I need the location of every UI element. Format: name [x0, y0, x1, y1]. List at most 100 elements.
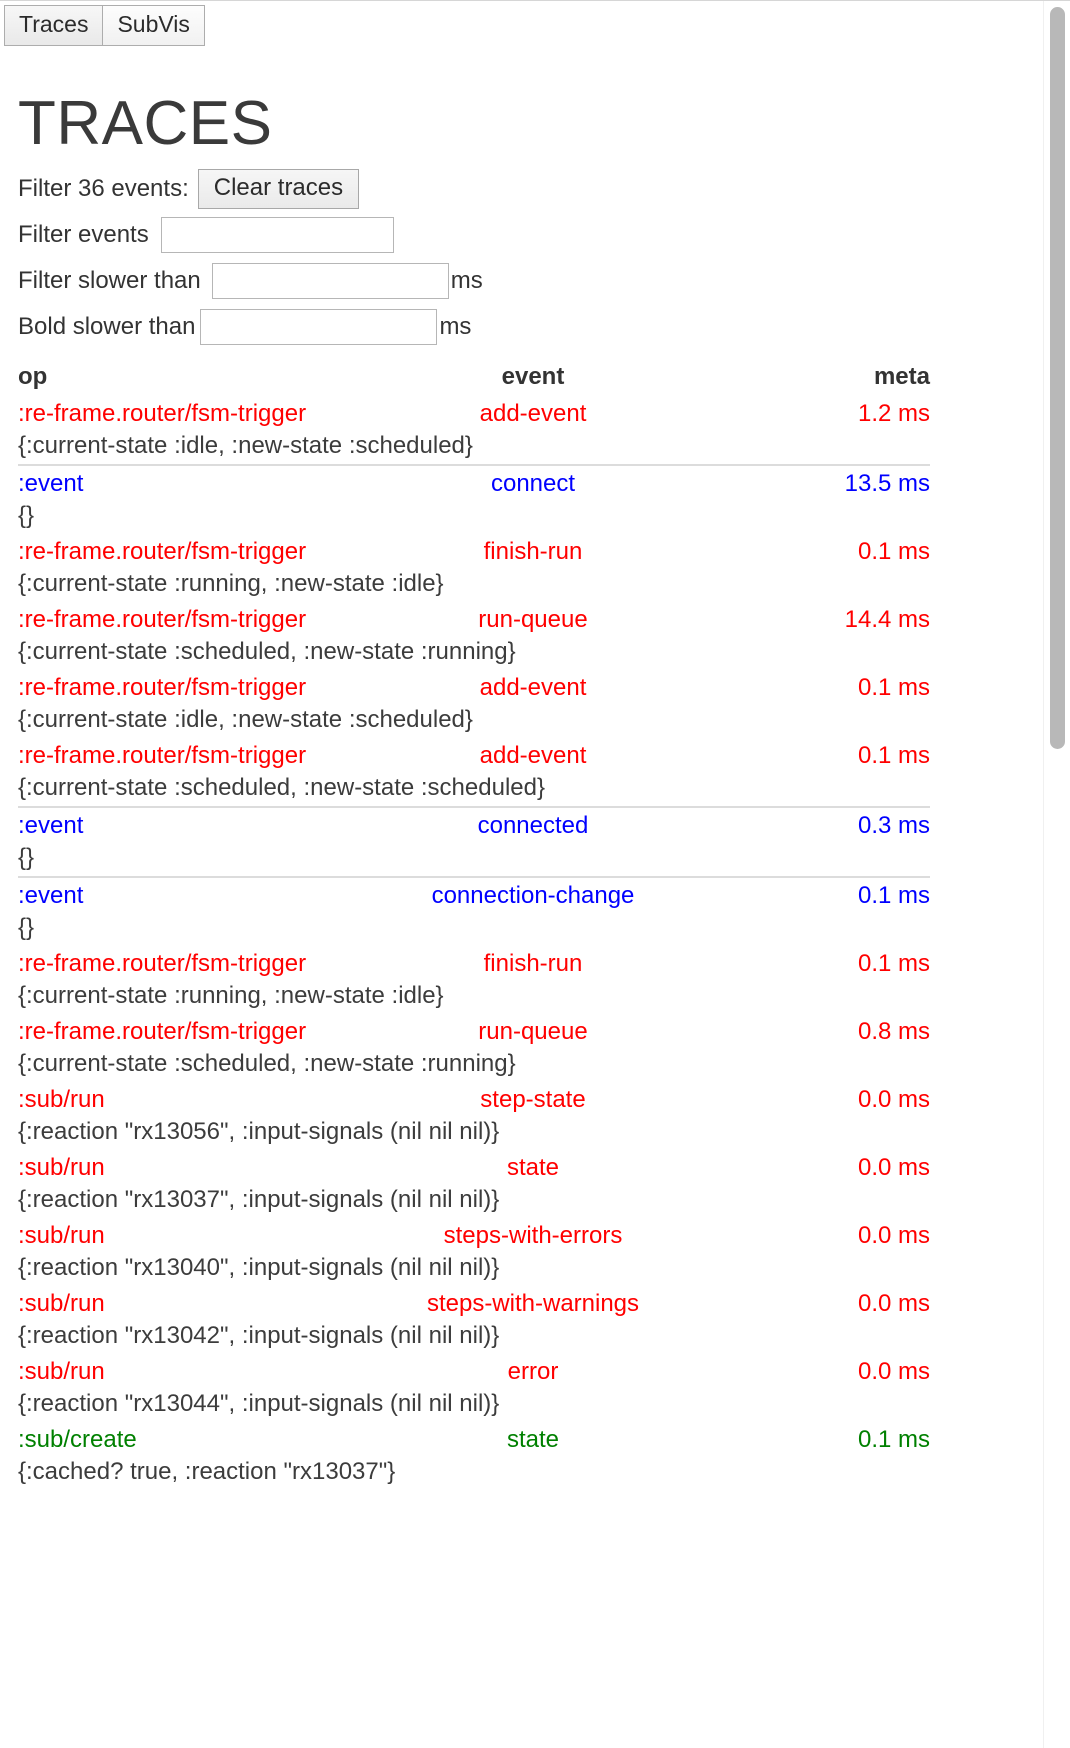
table-row[interactable]: :re-frame.router/fsm-trigger run-queue 0.8… [18, 1014, 930, 1049]
trace-detail-row: {:cached? true, :reaction "rx13037"} [18, 1457, 930, 1490]
trace-detail-text: {} [18, 844, 35, 872]
trace-event[interactable]: steps-with-warnings [358, 1286, 708, 1321]
trace-duration: 0.1 ms [857, 538, 930, 566]
trace-duration: 14.4 ms [844, 606, 930, 634]
trace-detail-row: {} [18, 843, 930, 877]
bold-slower-input[interactable] [200, 309, 438, 346]
trace-event[interactable]: add-event [358, 738, 708, 773]
trace-op[interactable]: :re-frame.router/fsm-trigger [18, 1014, 358, 1049]
trace-event[interactable]: finish-run [358, 534, 708, 569]
trace-op[interactable]: :re-frame.router/fsm-trigger [18, 534, 358, 569]
table-row[interactable]: :sub/run step-state 0.0 ms [18, 1082, 930, 1117]
clear-traces-button[interactable]: Clear traces [197, 168, 360, 210]
trace-event[interactable]: add-event [358, 396, 708, 431]
trace-detail-text: {:current-state :scheduled, :new-state :… [18, 1050, 516, 1078]
trace-op[interactable]: :event [18, 464, 358, 502]
trace-detail-row: {:current-state :scheduled, :new-state :… [18, 773, 930, 807]
trace-detail-text: {:reaction "rx13037", :input-signals (ni… [18, 1186, 500, 1214]
table-row[interactable]: :sub/run error 0.0 ms [18, 1354, 930, 1389]
bold-slower-unit: ms [439, 313, 472, 341]
filter-slower-input[interactable] [211, 263, 449, 300]
table-row[interactable]: :re-frame.router/fsm-trigger finish-run 0.… [18, 946, 930, 981]
tab-subvis[interactable]: SubVis [102, 5, 205, 46]
trace-duration: 0.0 ms [857, 1086, 930, 1114]
trace-op[interactable]: :sub/run [18, 1082, 358, 1117]
trace-duration: 13.5 ms [708, 464, 930, 502]
trace-event[interactable]: error [358, 1354, 708, 1389]
trace-op[interactable]: :sub/run [18, 1218, 358, 1253]
trace-op[interactable]: :re-frame.router/fsm-trigger [18, 946, 358, 981]
trace-duration: 0.8 ms [857, 1018, 930, 1046]
trace-event[interactable]: run-queue [358, 602, 708, 637]
trace-event[interactable]: step-state [358, 1082, 708, 1117]
trace-op[interactable]: :re-frame.router/fsm-trigger [18, 738, 358, 773]
trace-duration: 0.1 ms [857, 674, 930, 702]
trace-duration: 0.0 ms [857, 1290, 930, 1318]
trace-event[interactable]: run-queue [358, 1014, 708, 1049]
trace-event[interactable]: add-event [358, 670, 708, 705]
trace-detail-row: {:current-state :idle, :new-state :sched… [18, 705, 930, 738]
trace-duration: 0.0 ms [857, 1358, 930, 1386]
table-row[interactable]: :event connect 13.5 ms [18, 464, 930, 502]
trace-detail-row: {:current-state :idle, :new-state :sched… [18, 431, 930, 465]
trace-op[interactable]: :sub/run [18, 1286, 358, 1321]
trace-detail-row: {} [18, 913, 930, 946]
table-row[interactable]: :event connection-change 0.1 ms [18, 876, 930, 914]
filter-slower-label: Filter slower than [18, 267, 201, 295]
trace-op[interactable]: :sub/run [18, 1354, 358, 1389]
table-row[interactable]: :re-frame.router/fsm-trigger add-event 1.2… [18, 396, 930, 431]
trace-detail-row: {:reaction "rx13042", :input-signals (ni… [18, 1321, 930, 1354]
table-row[interactable]: :sub/run steps-with-warnings 0.0 ms [18, 1286, 930, 1321]
trace-op[interactable]: :re-frame.router/fsm-trigger [18, 670, 358, 705]
trace-detail-text: {} [18, 502, 35, 530]
table-row[interactable]: :sub/run state 0.0 ms [18, 1150, 930, 1185]
trace-event[interactable]: state [358, 1150, 708, 1185]
table-row[interactable]: :sub/create state 0.1 ms [18, 1422, 930, 1457]
trace-op[interactable]: :re-frame.router/fsm-trigger [18, 396, 358, 431]
trace-duration: 0.1 ms [857, 742, 930, 770]
table-row[interactable]: :re-frame.router/fsm-trigger finish-run 0.… [18, 534, 930, 569]
table-row[interactable]: :re-frame.router/fsm-trigger add-event 0.1… [18, 670, 930, 705]
trace-event[interactable]: connected [358, 806, 708, 844]
table-row[interactable]: :sub/run steps-with-errors 0.0 ms [18, 1218, 930, 1253]
traces-table-head: op event meta [18, 362, 930, 396]
table-row[interactable]: :re-frame.router/fsm-trigger add-event 0.1… [18, 738, 930, 773]
traces-table-body: :re-frame.router/fsm-trigger add-event 1.2… [18, 396, 930, 1490]
trace-duration: 0.1 ms [708, 876, 930, 914]
trace-op[interactable]: :sub/create [18, 1422, 358, 1457]
vertical-scrollbar[interactable] [1043, 1, 1070, 1748]
trace-detail-text: {:current-state :idle, :new-state :sched… [18, 706, 473, 734]
trace-detail-text: {:reaction "rx13056", :input-signals (ni… [18, 1118, 500, 1146]
traces-table: op event meta :re-frame.router/fsm-trigg… [18, 362, 930, 1490]
filter-slower-row: Filter slower than ms [18, 258, 1052, 304]
table-row[interactable]: :re-frame.router/fsm-trigger run-queue 14.… [18, 602, 930, 637]
trace-duration: 0.1 ms [857, 950, 930, 978]
trace-duration: 0.0 ms [857, 1222, 930, 1250]
trace-event[interactable]: state [358, 1422, 708, 1457]
trace-op[interactable]: :event [18, 876, 358, 914]
table-header-row: op event meta [18, 362, 930, 396]
filter-count-row: Filter 36 events: Clear traces [18, 166, 1052, 212]
column-header-op[interactable]: op [18, 362, 358, 396]
trace-op[interactable]: :re-frame.router/fsm-trigger [18, 602, 358, 637]
column-header-event[interactable]: event [358, 362, 708, 396]
column-header-meta[interactable]: meta [708, 362, 930, 396]
filter-events-input[interactable] [160, 217, 394, 254]
table-row[interactable]: :event connected 0.3 ms [18, 806, 930, 844]
filter-events-row: Filter events [18, 212, 1052, 258]
trace-detail-text: {:current-state :running, :new-state :id… [18, 570, 444, 598]
trace-event[interactable]: connection-change [358, 876, 708, 914]
trace-detail-text: {:current-state :scheduled, :new-state :… [18, 774, 545, 802]
panel-content: TRACES Filter 36 events: Clear traces Fi… [0, 91, 1070, 1490]
trace-detail-row: {:reaction "rx13056", :input-signals (ni… [18, 1117, 930, 1150]
trace-op[interactable]: :sub/run [18, 1150, 358, 1185]
scrollbar-thumb[interactable] [1050, 7, 1065, 749]
trace-detail-text: {} [18, 914, 35, 942]
trace-op[interactable]: :event [18, 806, 358, 844]
tab-traces[interactable]: Traces [4, 5, 104, 46]
trace-event[interactable]: finish-run [358, 946, 708, 981]
tabstrip: Traces SubVis [0, 1, 1070, 46]
trace-event[interactable]: steps-with-errors [358, 1218, 708, 1253]
trace-event[interactable]: connect [358, 464, 708, 502]
trace-duration: 0.3 ms [708, 806, 930, 844]
